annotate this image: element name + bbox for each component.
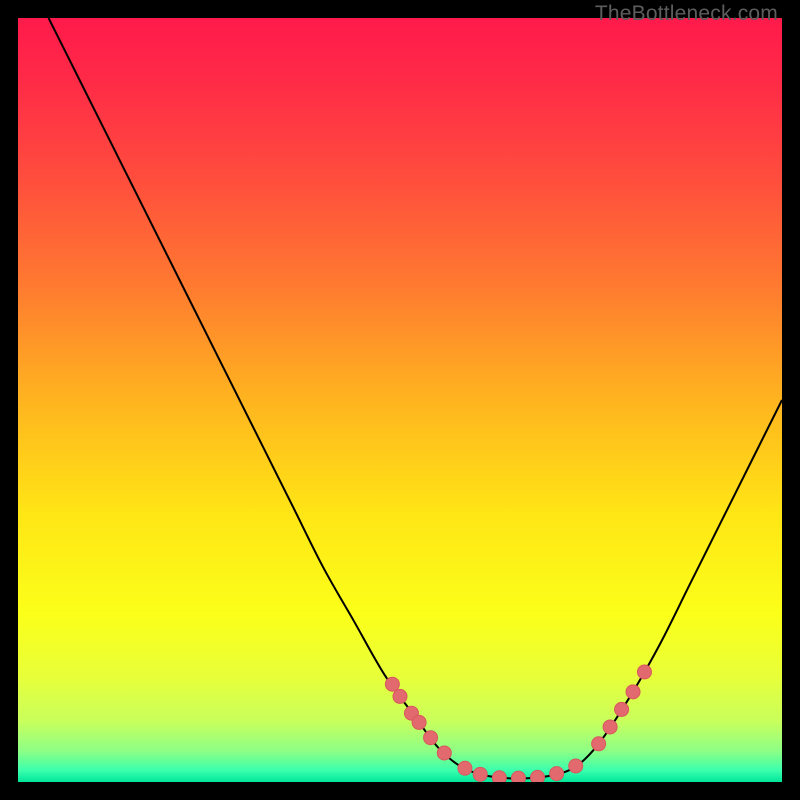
curve-marker [592, 737, 606, 751]
curve-marker [550, 767, 564, 781]
watermark-text: TheBottleneck.com [595, 2, 778, 26]
gradient-background [18, 18, 782, 782]
curve-marker [458, 761, 472, 775]
curve-marker [492, 771, 506, 782]
curve-marker [473, 767, 487, 781]
curve-marker [511, 771, 525, 782]
curve-marker [385, 677, 399, 691]
curve-marker [531, 770, 545, 782]
bottleneck-chart [18, 18, 782, 782]
curve-marker [626, 685, 640, 699]
chart-frame [18, 18, 782, 782]
curve-marker [393, 689, 407, 703]
curve-marker [424, 731, 438, 745]
curve-marker [603, 720, 617, 734]
curve-marker [615, 702, 629, 716]
curve-marker [569, 759, 583, 773]
curve-marker [412, 715, 426, 729]
curve-marker [437, 746, 451, 760]
curve-marker [637, 665, 651, 679]
